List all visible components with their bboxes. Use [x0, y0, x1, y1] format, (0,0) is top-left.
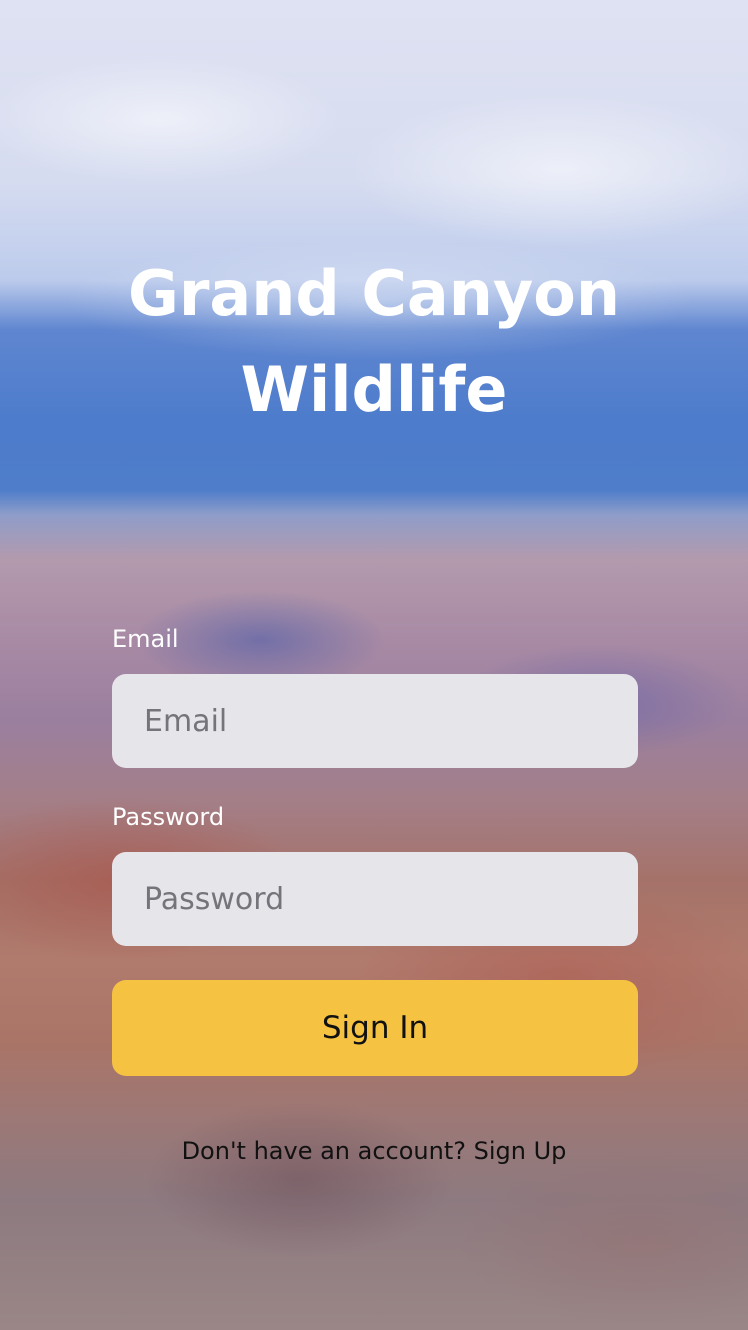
signup-prompt-text: Don't have an account? — [181, 1137, 466, 1165]
page-title: Grand Canyon Wildlife — [0, 246, 748, 438]
signup-prompt: Don't have an account? Sign Up — [0, 1134, 748, 1168]
sign-up-link[interactable]: Sign Up — [474, 1137, 567, 1165]
email-label: Email — [112, 625, 179, 653]
background-image — [0, 0, 748, 1330]
password-field[interactable] — [112, 852, 638, 946]
title-line-2: Wildlife — [240, 353, 508, 426]
sign-in-button[interactable]: Sign In — [112, 980, 638, 1076]
password-label: Password — [112, 803, 225, 831]
login-screen: Grand Canyon Wildlife Email Password Sig… — [0, 0, 748, 1330]
email-field[interactable] — [112, 674, 638, 768]
title-line-1: Grand Canyon — [127, 257, 621, 330]
